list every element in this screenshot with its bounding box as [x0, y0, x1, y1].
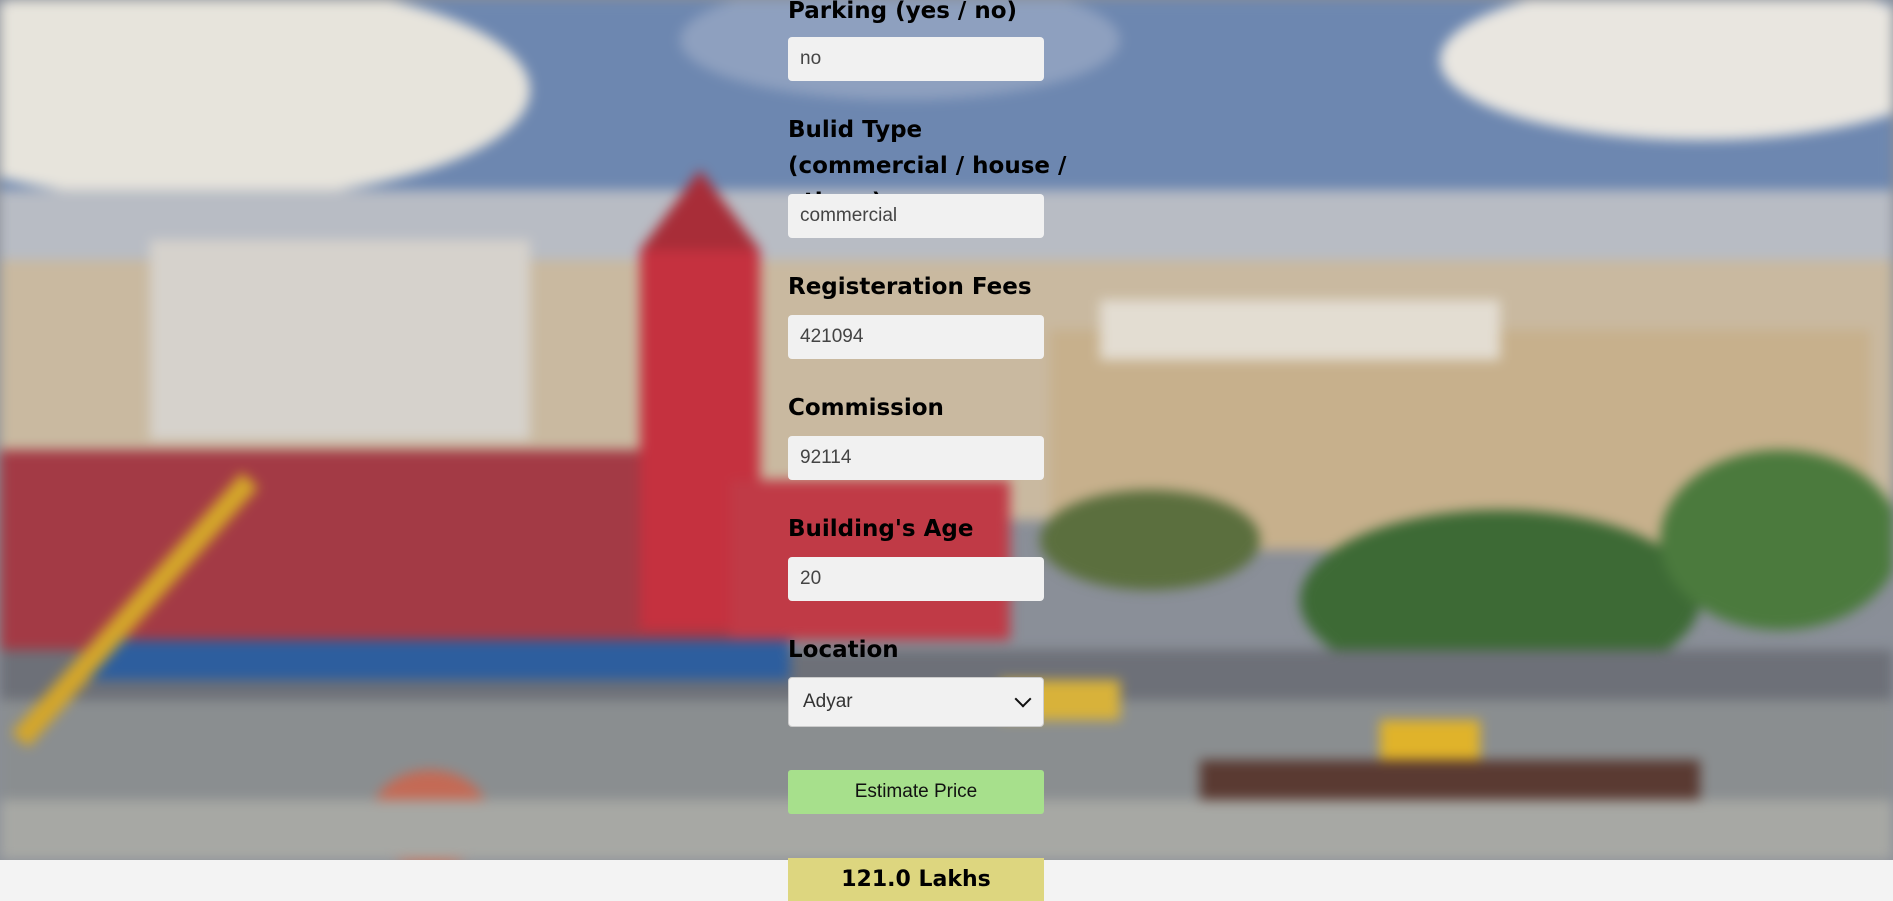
location-selected-value: Adyar	[803, 691, 853, 712]
estimated-price-result: 121.0 Lakhs	[788, 858, 1044, 901]
location-select[interactable]: Adyar	[788, 677, 1044, 727]
commission-label: Commission	[788, 395, 944, 421]
location-label: Location	[788, 637, 899, 663]
estimate-price-button[interactable]: Estimate Price	[788, 770, 1044, 814]
building-age-input[interactable]	[788, 557, 1044, 601]
chevron-down-icon	[1014, 690, 1032, 708]
commission-input[interactable]	[788, 436, 1044, 480]
building-age-label: Building's Age	[788, 516, 974, 542]
registration-fees-input[interactable]	[788, 315, 1044, 359]
build-type-input[interactable]	[788, 194, 1044, 238]
parking-label: Parking (yes / no)	[788, 0, 1018, 24]
registration-fees-label: Registeration Fees	[788, 274, 1032, 300]
parking-input[interactable]	[788, 37, 1044, 81]
